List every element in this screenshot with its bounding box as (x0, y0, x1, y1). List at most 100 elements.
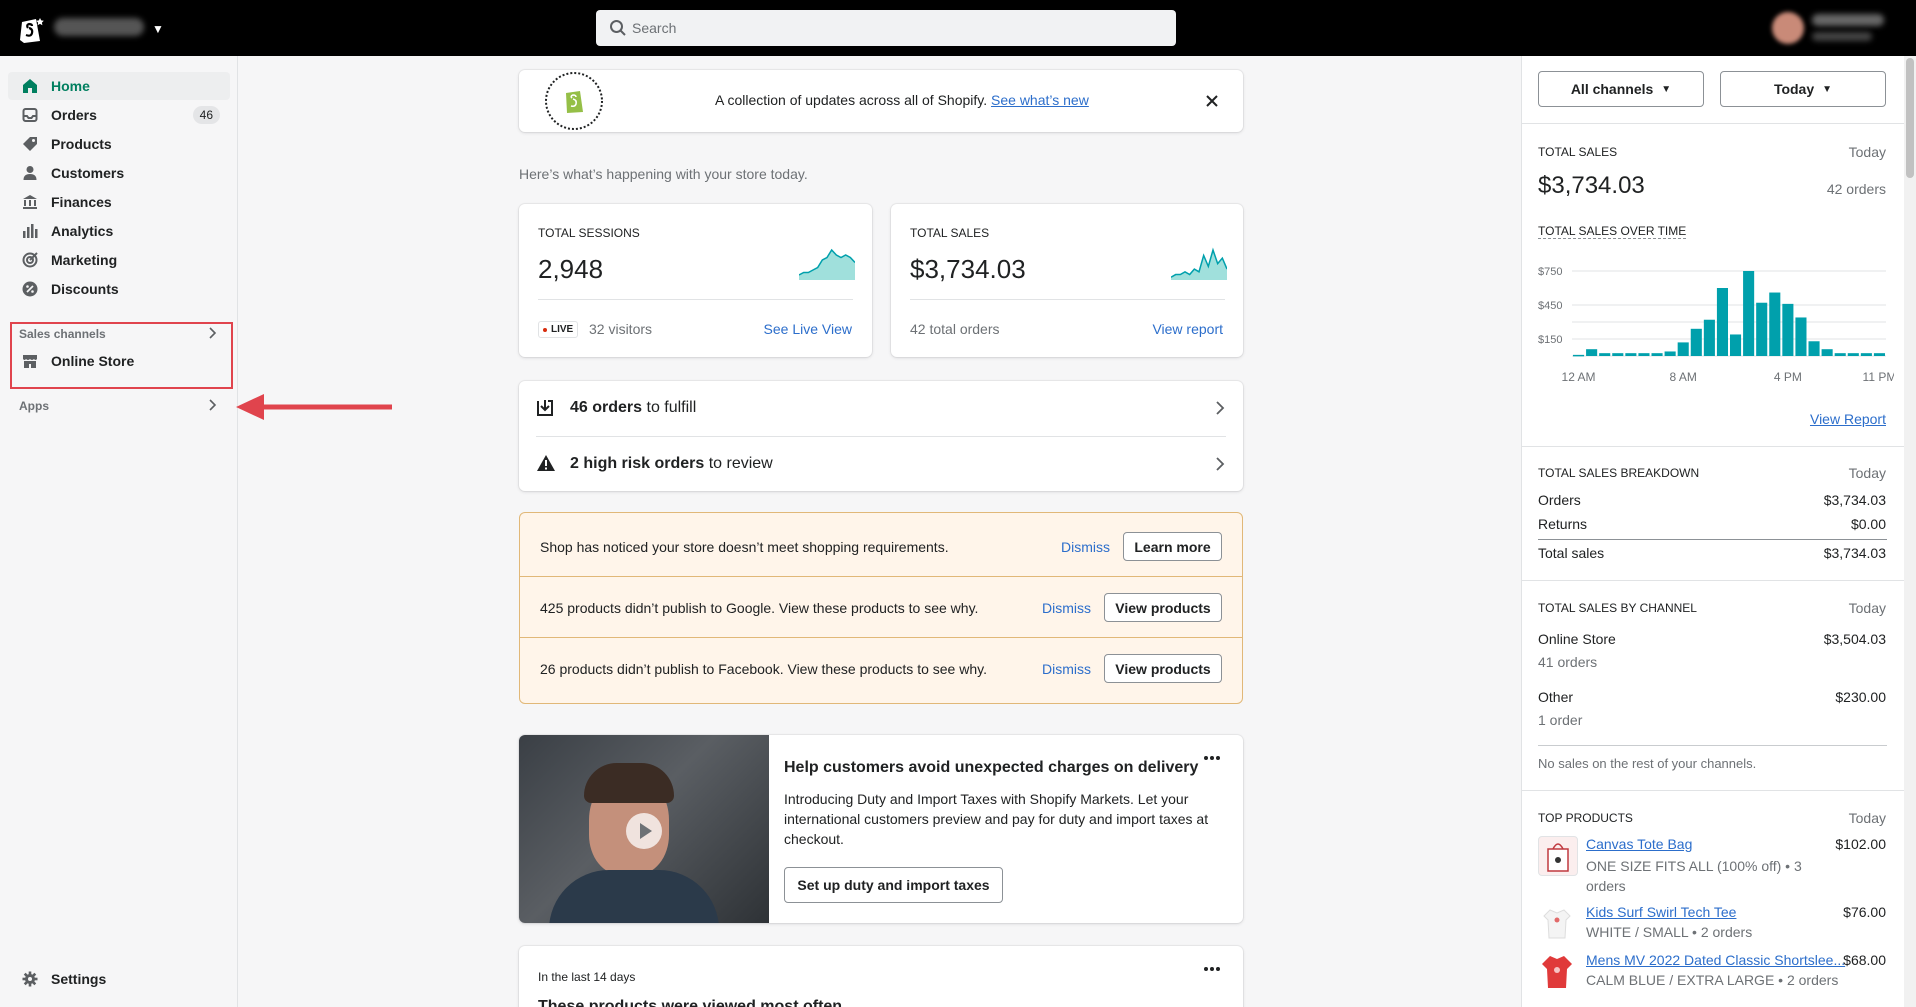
by-channel-period: Today (1848, 600, 1886, 616)
home-icon (23, 79, 37, 93)
chart-bar[interactable] (1599, 353, 1611, 356)
chevron-right-icon[interactable] (204, 397, 220, 413)
sessions-sparkline (799, 248, 855, 280)
sidebar-item-home[interactable]: Home (8, 72, 230, 100)
scroll-thumb[interactable] (1906, 58, 1914, 178)
sidebar-item-products[interactable]: Products (8, 130, 230, 158)
breakdown-row-value: $0.00 (1850, 516, 1886, 532)
total-sales-card[interactable]: TOTAL SALES $3,734.03 42 total orders Vi… (891, 204, 1243, 357)
product-thumbnail[interactable] (1538, 952, 1578, 992)
total-sessions-card[interactable]: TOTAL SESSIONS 2,948 LIVE 32 visitors Se… (519, 204, 872, 357)
sidebar-item-finances[interactable]: Finances (8, 188, 230, 216)
presenter-hair (584, 763, 674, 803)
chart-bar[interactable] (1808, 341, 1820, 356)
channel-value: $3,504.03 (1823, 631, 1886, 647)
chart-bar[interactable] (1586, 349, 1598, 356)
sales-value: $3,734.03 (910, 254, 1026, 284)
chevron-right-icon (1216, 457, 1225, 471)
chart-bar[interactable] (1651, 353, 1663, 356)
y-tick-label: $450 (1538, 300, 1562, 312)
sidebar-item-marketing[interactable]: Marketing (8, 246, 230, 274)
orders-to-fulfill-row[interactable]: 46 orders to fulfill (519, 381, 1243, 436)
chart-bar[interactable] (1638, 353, 1650, 356)
chart-bar[interactable] (1716, 288, 1728, 356)
view-report-link[interactable]: View report (1152, 321, 1223, 337)
live-dot-icon (543, 328, 547, 332)
breakdown-row-value: $3,734.03 (1823, 545, 1886, 561)
store-name[interactable] (54, 18, 144, 36)
viewed-products-card: In the last 14 days These products were … (519, 946, 1243, 1007)
store-menu-chevron-icon[interactable]: ▼ (152, 22, 164, 36)
chart-bar[interactable] (1769, 292, 1781, 356)
dismiss-button[interactable]: Dismiss (1061, 539, 1110, 555)
bank-icon (23, 195, 37, 209)
total-orders-text: 42 total orders (910, 321, 1000, 337)
chart-bar[interactable] (1625, 353, 1637, 356)
avatar[interactable] (1772, 12, 1804, 44)
orders-count-badge: 46 (192, 106, 220, 124)
promo-video-thumbnail[interactable] (519, 735, 769, 923)
caret-down-icon: ▼ (1661, 83, 1672, 95)
dismiss-button[interactable]: Dismiss (1042, 661, 1091, 677)
sidebar-item-settings[interactable]: Settings (8, 965, 230, 993)
channel-name: Other (1538, 689, 1574, 705)
learn-more-button[interactable]: Learn more (1123, 532, 1222, 561)
search-input[interactable]: Search (596, 10, 1176, 46)
chart-bar[interactable] (1730, 334, 1742, 356)
scrollbar[interactable] (1904, 56, 1916, 1007)
close-icon[interactable] (1205, 94, 1219, 108)
product-thumbnail[interactable] (1538, 836, 1578, 876)
view-products-button[interactable]: View products (1104, 654, 1222, 683)
chart-bar[interactable] (1664, 351, 1676, 356)
more-options-icon[interactable] (1204, 966, 1220, 972)
y-tick-label: $750 (1538, 266, 1562, 278)
product-link[interactable]: Canvas Tote Bag (1586, 836, 1692, 852)
sidebar-item-label: Finances (51, 194, 112, 210)
chart-bar[interactable] (1873, 353, 1885, 356)
sidebar-item-analytics[interactable]: Analytics (8, 217, 230, 245)
sidebar-item-orders[interactable]: Orders 46 (8, 101, 230, 129)
view-products-button[interactable]: View products (1104, 593, 1222, 622)
fulfill-text: 46 orders to fulfill (570, 399, 696, 417)
sales-over-time-label[interactable]: TOTAL SALES OVER TIME (1538, 224, 1687, 239)
see-live-view-link[interactable]: See Live View (764, 321, 852, 337)
sidebar-item-customers[interactable]: Customers (8, 159, 230, 187)
search-icon (610, 20, 626, 36)
chart-bar[interactable] (1821, 349, 1833, 356)
chart-bar[interactable] (1573, 354, 1585, 357)
product-link[interactable]: Kids Surf Swirl Tech Tee (1586, 904, 1736, 920)
play-icon[interactable] (625, 812, 663, 850)
caret-down-icon: ▼ (1822, 83, 1833, 95)
chart-bar[interactable] (1795, 317, 1807, 356)
chart-bar[interactable] (1847, 353, 1859, 356)
chart-bar[interactable] (1690, 328, 1702, 356)
chart-bar[interactable] (1743, 271, 1755, 356)
chart-bar[interactable] (1834, 353, 1846, 356)
product-link[interactable]: Mens MV 2022 Dated Classic Shortslee... (1586, 952, 1845, 968)
product-thumbnail[interactable] (1538, 904, 1578, 944)
chart-bar[interactable] (1756, 302, 1768, 356)
tshirt-icon (1542, 956, 1572, 988)
divider (520, 637, 1242, 638)
date-dropdown[interactable]: Today ▼ (1720, 71, 1886, 107)
chart-bar[interactable] (1860, 353, 1872, 356)
channels-dropdown[interactable]: All channels ▼ (1538, 71, 1704, 107)
see-whats-new-link[interactable]: See what’s new (991, 92, 1089, 108)
apps-label[interactable]: Apps (19, 399, 49, 413)
top-bar: ▼ Search (0, 0, 1916, 56)
more-options-icon[interactable] (1204, 755, 1220, 761)
chart-bar[interactable] (1703, 319, 1715, 356)
set-up-duty-button[interactable]: Set up duty and import taxes (784, 867, 1003, 903)
high-risk-orders-row[interactable]: 2 high risk orders to review (519, 437, 1243, 491)
promo-title: Help customers avoid unexpected charges … (784, 759, 1199, 776)
breakdown-label: TOTAL SALES BREAKDOWN (1538, 466, 1700, 480)
shopify-logo-icon[interactable] (18, 14, 46, 44)
user-name[interactable] (1812, 14, 1884, 26)
dismiss-button[interactable]: Dismiss (1042, 600, 1091, 616)
view-report-link[interactable]: View Report (1810, 411, 1886, 427)
sidebar-item-discounts[interactable]: Discounts (8, 275, 230, 303)
chart-bar[interactable] (1612, 353, 1624, 356)
risk-text: 2 high risk orders to review (570, 455, 773, 473)
chart-bar[interactable] (1782, 303, 1794, 356)
chart-bar[interactable] (1677, 342, 1689, 356)
